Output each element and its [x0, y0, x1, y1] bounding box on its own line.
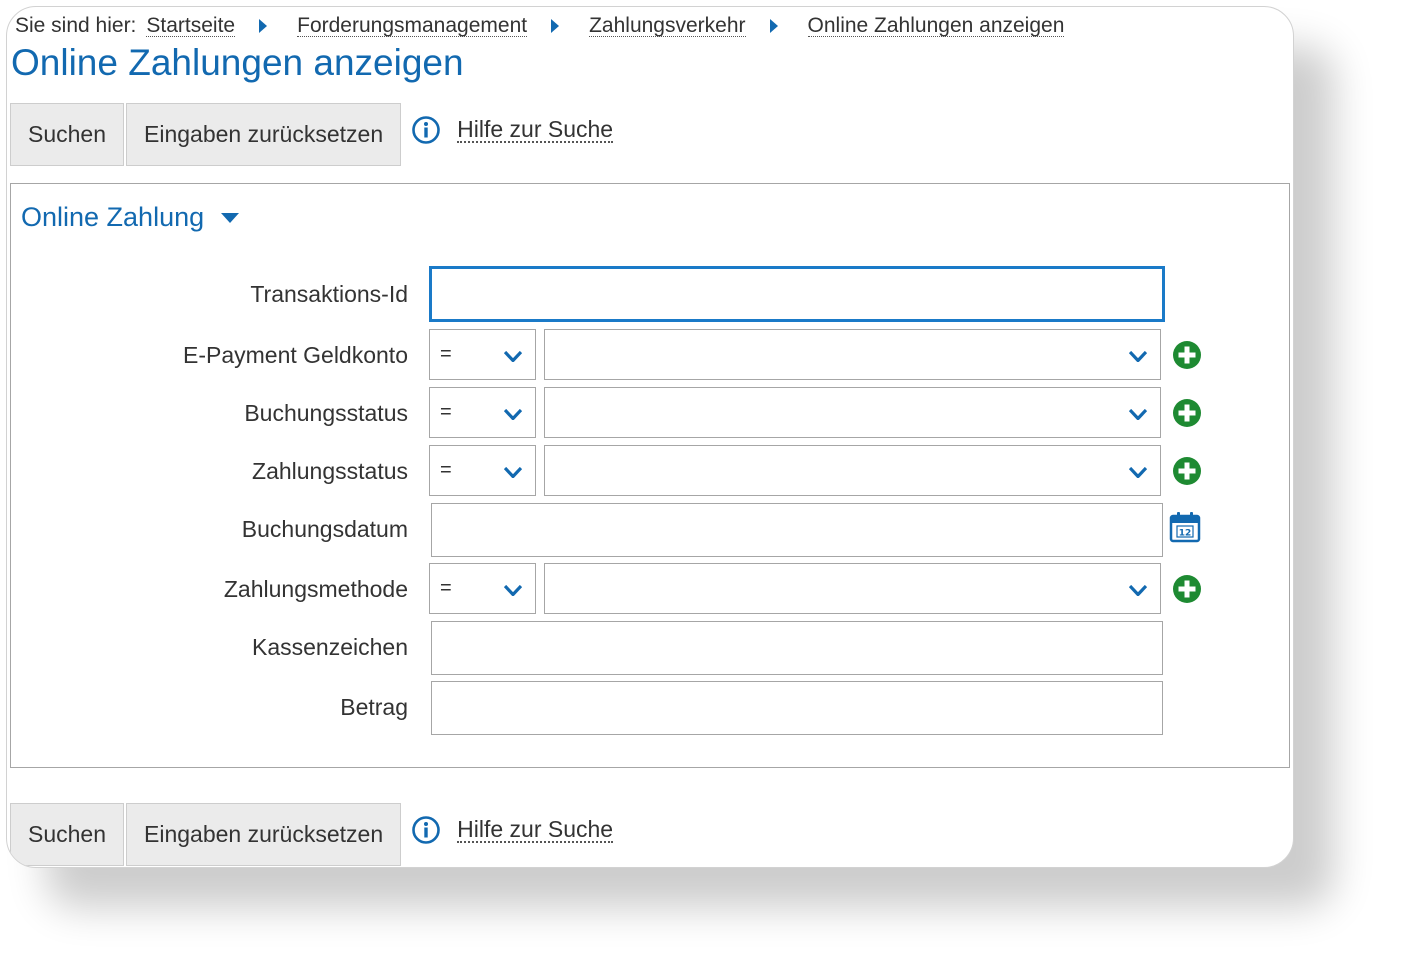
field-label: Betrag — [340, 694, 408, 720]
caret-down-icon — [221, 212, 240, 223]
search-button[interactable]: Suchen — [10, 803, 125, 866]
field-label: Buchungsdatum — [241, 516, 408, 542]
buchungsstatus-operator-select[interactable]: = — [429, 387, 536, 438]
chevron-down-icon — [1129, 409, 1147, 420]
page-title: Online Zahlungen anzeigen — [11, 42, 464, 83]
chevron-down-icon — [1129, 351, 1147, 362]
panel-title-text: Online Zahlung — [21, 202, 205, 232]
field-row-zahlungsmethode: Zahlungsmethode = — [11, 563, 1281, 617]
toolbar-top: Suchen Eingaben zurücksetzen Hilfe zur S… — [10, 103, 614, 167]
betrag-input[interactable] — [431, 681, 1163, 735]
plus-circle-icon[interactable] — [1172, 574, 1202, 604]
chevron-down-icon — [1129, 467, 1147, 478]
zahlungsstatus-operator-select[interactable]: = — [429, 445, 536, 496]
chevron-right-icon — [769, 19, 778, 33]
breadcrumb-link-startseite[interactable]: Startseite — [146, 15, 236, 37]
zahlungsmethode-value-select[interactable] — [544, 563, 1161, 614]
chevron-down-icon — [504, 409, 522, 420]
buchungsdatum-input[interactable] — [431, 503, 1163, 557]
field-row-kassenzeichen: Kassenzeichen — [11, 621, 1281, 675]
breadcrumb-link-zahlungsverkehr[interactable]: Zahlungsverkehr — [589, 15, 746, 37]
help-link[interactable]: Hilfe zur Suche — [457, 817, 614, 843]
field-row-zahlungsstatus: Zahlungsstatus = — [11, 445, 1281, 499]
chevron-right-icon — [551, 19, 560, 33]
field-row-buchungsstatus: Buchungsstatus = — [11, 387, 1281, 441]
operator-value: = — [440, 577, 452, 599]
field-row-transaktions-id: Transaktions-Id — [11, 266, 1281, 322]
breadcrumb-link-current[interactable]: Online Zahlungen anzeigen — [807, 15, 1065, 37]
epayment-geldkonto-value-select[interactable] — [544, 329, 1161, 380]
info-icon[interactable] — [411, 115, 441, 145]
field-row-buchungsdatum: Buchungsdatum 12 — [11, 503, 1281, 557]
search-panel: Online Zahlung Transaktions-Id E-Payment… — [10, 183, 1290, 768]
help-link[interactable]: Hilfe zur Suche — [457, 117, 614, 143]
field-label: Transaktions-Id — [250, 281, 408, 307]
reset-button[interactable]: Eingaben zurücksetzen — [126, 803, 402, 866]
chevron-down-icon — [504, 467, 522, 478]
field-label: Zahlungsmethode — [223, 576, 408, 602]
svg-text:12: 12 — [1179, 529, 1192, 539]
info-icon[interactable] — [411, 815, 441, 845]
field-label: Zahlungsstatus — [252, 458, 408, 484]
field-label: Buchungsstatus — [244, 400, 408, 426]
toolbar-bottom: Suchen Eingaben zurücksetzen Hilfe zur S… — [10, 803, 614, 867]
operator-value: = — [440, 343, 452, 365]
breadcrumb: Sie sind hier: Startseite Forderungsmana… — [15, 13, 1065, 39]
help-section: Hilfe zur Suche — [411, 115, 614, 145]
reset-button[interactable]: Eingaben zurücksetzen — [126, 103, 402, 166]
zahlungsstatus-value-select[interactable] — [544, 445, 1161, 496]
buchungsstatus-value-select[interactable] — [544, 387, 1161, 438]
help-section: Hilfe zur Suche — [411, 815, 614, 845]
calendar-icon[interactable]: 12 — [1168, 510, 1202, 544]
search-page: Sie sind hier: Startseite Forderungsmana… — [6, 6, 1294, 868]
breadcrumb-prefix: Sie sind hier: — [15, 14, 137, 37]
field-row-epayment-geldkonto: E-Payment Geldkonto = — [11, 329, 1281, 383]
plus-circle-icon[interactable] — [1172, 398, 1202, 428]
operator-value: = — [440, 459, 452, 481]
chevron-down-icon — [504, 351, 522, 362]
field-row-betrag: Betrag — [11, 681, 1281, 735]
chevron-right-icon — [259, 19, 268, 33]
panel-title[interactable]: Online Zahlung — [21, 202, 240, 233]
field-label: E-Payment Geldkonto — [182, 342, 408, 368]
chevron-down-icon — [504, 585, 522, 596]
plus-circle-icon[interactable] — [1172, 340, 1202, 370]
breadcrumb-link-forderungsmanagement[interactable]: Forderungsmanagement — [297, 15, 528, 37]
search-button[interactable]: Suchen — [10, 103, 125, 166]
zahlungsmethode-operator-select[interactable]: = — [429, 563, 536, 614]
transaktions-id-input[interactable] — [429, 266, 1165, 322]
chevron-down-icon — [1129, 585, 1147, 596]
plus-circle-icon[interactable] — [1172, 456, 1202, 486]
operator-value: = — [440, 401, 452, 423]
kassenzeichen-input[interactable] — [431, 621, 1163, 675]
field-label: Kassenzeichen — [252, 634, 408, 660]
epayment-geldkonto-operator-select[interactable]: = — [429, 329, 536, 380]
